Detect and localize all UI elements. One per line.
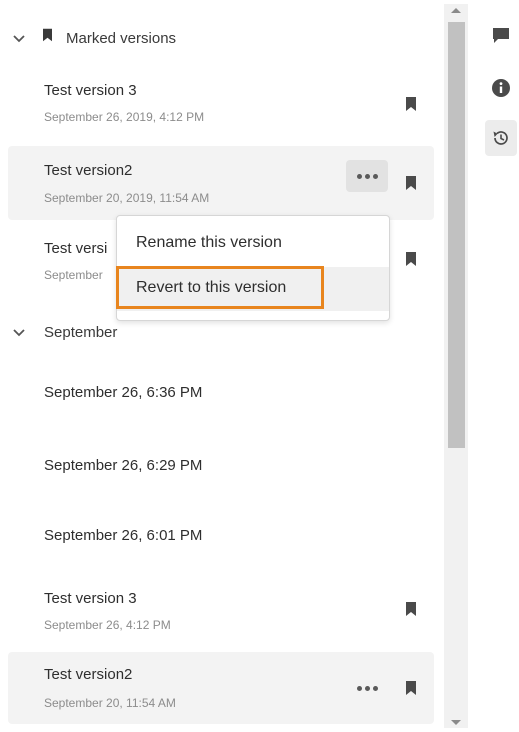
version-title: September 26, 6:36 PM	[44, 384, 203, 401]
history-icon[interactable]	[485, 120, 517, 156]
version-date: September	[44, 268, 103, 282]
chevron-down-icon[interactable]	[12, 326, 26, 340]
comment-icon[interactable]	[487, 22, 515, 50]
bookmark-icon[interactable]	[406, 681, 416, 695]
info-icon[interactable]	[487, 74, 515, 102]
version-item[interactable]: Test version 3 September 26, 4:12 PM	[8, 578, 434, 644]
version-date: September 26, 2019, 4:12 PM	[44, 110, 205, 124]
version-item-selected[interactable]: Test version2 September 20, 11:54 AM	[8, 652, 434, 724]
version-title: Test version 3	[44, 82, 137, 99]
highlight-box	[116, 266, 324, 309]
version-item[interactable]: September 26, 6:01 PM	[8, 510, 434, 564]
version-item-selected[interactable]: Test version2 September 20, 2019, 11:54 …	[8, 146, 434, 220]
version-item[interactable]: September 26, 6:29 PM	[8, 440, 434, 494]
version-title: September 26, 6:01 PM	[44, 527, 203, 544]
scrollbar-thumb[interactable]	[448, 22, 465, 448]
version-date: September 20, 11:54 AM	[44, 696, 176, 710]
marked-versions-header[interactable]: Marked versions	[0, 24, 430, 54]
version-date: September 20, 2019, 11:54 AM	[44, 191, 210, 205]
section-label-marked: Marked versions	[66, 30, 177, 47]
version-title: Test versi	[44, 240, 108, 257]
bookmark-icon[interactable]	[406, 97, 416, 111]
section-label-september: September	[44, 324, 118, 341]
more-options-button[interactable]	[346, 160, 388, 192]
version-item[interactable]: Test version 3 September 26, 2019, 4:12 …	[8, 70, 434, 136]
version-title: September 26, 6:29 PM	[44, 457, 203, 474]
bookmark-icon[interactable]	[406, 176, 416, 190]
bookmark-icon	[43, 28, 52, 42]
bookmark-icon[interactable]	[406, 252, 416, 266]
september-header[interactable]: September	[0, 318, 430, 348]
bookmark-icon[interactable]	[406, 602, 416, 616]
scroll-down-arrow-icon[interactable]	[451, 720, 461, 725]
more-options-button[interactable]	[346, 672, 388, 704]
version-item[interactable]: September 26, 6:36 PM	[8, 368, 434, 422]
chevron-down-icon[interactable]	[12, 32, 26, 46]
menu-item-rename[interactable]: Rename this version	[117, 222, 389, 266]
version-title: Test version2	[44, 666, 133, 683]
menu-item-label: Rename this version	[136, 234, 282, 251]
scroll-up-arrow-icon[interactable]	[451, 8, 461, 13]
version-date: September 26, 4:12 PM	[44, 618, 171, 632]
version-title: Test version 3	[44, 590, 137, 607]
version-title: Test version2	[44, 162, 133, 179]
version-history-panel: Marked versions Test version 3 September…	[0, 0, 440, 732]
